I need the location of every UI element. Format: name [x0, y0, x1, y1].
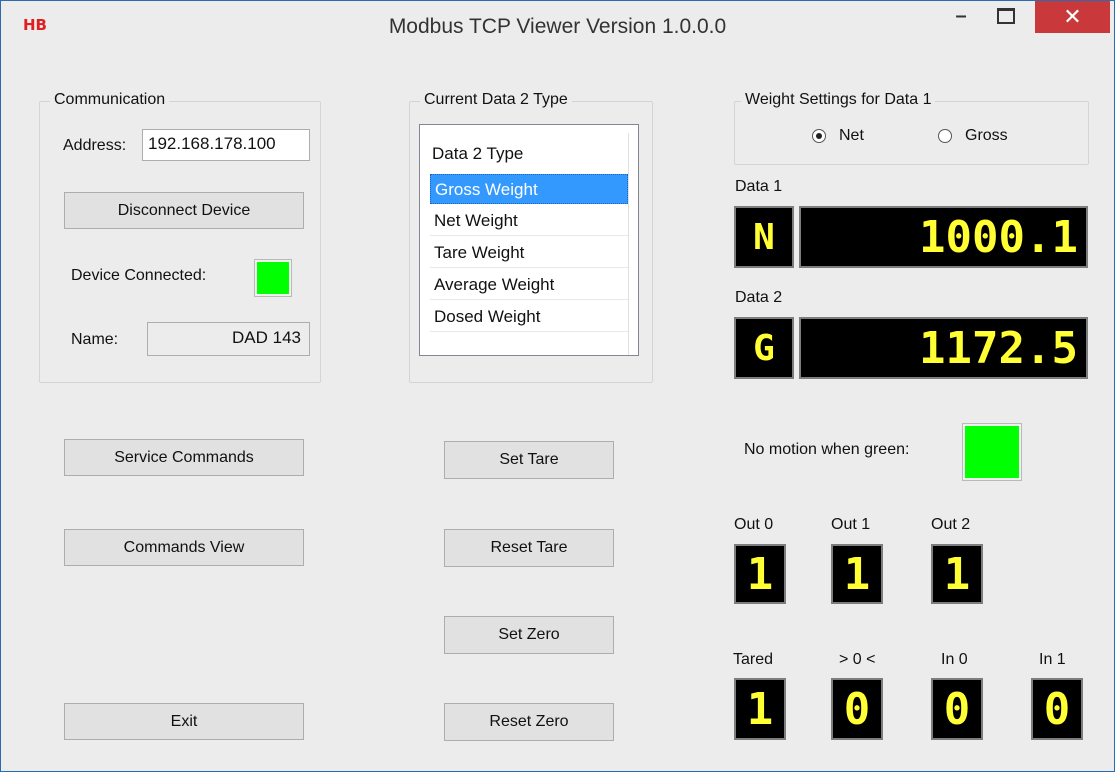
- maximize-icon: [997, 8, 1015, 24]
- name-label: Name:: [71, 331, 119, 348]
- service-commands-button[interactable]: Service Commands: [64, 439, 304, 476]
- in0-label: In 0: [941, 651, 968, 668]
- list-item-gross-weight[interactable]: Gross Weight: [430, 174, 628, 204]
- out1-display: 1: [831, 544, 883, 604]
- address-input[interactable]: 192.168.178.100: [142, 129, 310, 161]
- set-tare-button[interactable]: Set Tare: [444, 441, 614, 479]
- data2-value-display: 1172.5: [799, 317, 1088, 379]
- data2-type-legend: Current Data 2 Type: [420, 91, 572, 109]
- maximize-button[interactable]: [986, 1, 1026, 31]
- disconnect-device-button[interactable]: Disconnect Device: [64, 192, 304, 229]
- data2-type-indicator: G: [734, 317, 794, 379]
- in1-label: In 1: [1039, 651, 1066, 668]
- list-item-average-weight[interactable]: Average Weight: [430, 270, 628, 300]
- reset-zero-button[interactable]: Reset Zero: [444, 703, 614, 741]
- address-label: Address:: [63, 137, 127, 154]
- data2-type-header: Data 2 Type: [432, 144, 524, 163]
- no-motion-label: No motion when green:: [744, 441, 910, 458]
- out0-display: 1: [734, 544, 786, 604]
- device-connected-indicator: [254, 259, 292, 297]
- communication-legend: Communication: [50, 91, 170, 109]
- net-radio-label[interactable]: Net: [839, 127, 864, 145]
- main-window: HB Modbus TCP Viewer Version 1.0.0.0 – ✕…: [0, 0, 1115, 772]
- weight-settings-group: Weight Settings for Data 1: [734, 91, 1089, 165]
- data1-type-indicator: N: [734, 206, 794, 268]
- device-connected-label: Device Connected:: [71, 267, 207, 284]
- out0-label: Out 0: [734, 516, 774, 533]
- minimize-button[interactable]: –: [941, 1, 981, 31]
- in1-display: 0: [1031, 678, 1083, 740]
- data2-type-listbox[interactable]: Data 2 Type Gross Weight Net Weight Tare…: [419, 124, 639, 356]
- close-button[interactable]: ✕: [1035, 1, 1110, 33]
- in0-display: 0: [931, 678, 983, 740]
- gross-radio[interactable]: [938, 129, 952, 143]
- zero-center-label: > 0 <: [839, 651, 876, 668]
- gross-radio-label[interactable]: Gross: [965, 127, 1008, 145]
- list-item-net-weight[interactable]: Net Weight: [430, 206, 628, 236]
- commands-view-button[interactable]: Commands View: [64, 529, 304, 566]
- out1-label: Out 1: [831, 516, 871, 533]
- weight-settings-legend: Weight Settings for Data 1: [741, 91, 936, 109]
- zero-center-display: 0: [831, 678, 883, 740]
- no-motion-indicator: [962, 423, 1022, 481]
- exit-button[interactable]: Exit: [64, 703, 304, 740]
- data2-label: Data 2: [735, 289, 783, 306]
- reset-tare-button[interactable]: Reset Tare: [444, 529, 614, 567]
- list-item-tare-weight[interactable]: Tare Weight: [430, 238, 628, 268]
- tared-display: 1: [734, 678, 786, 740]
- data1-value-display: 1000.1: [799, 206, 1088, 268]
- device-name-field: DAD 143: [147, 322, 310, 356]
- data1-label: Data 1: [735, 178, 783, 195]
- list-item-dosed-weight[interactable]: Dosed Weight: [430, 302, 628, 332]
- net-radio[interactable]: [812, 129, 826, 143]
- tared-label: Tared: [733, 651, 774, 668]
- out2-label: Out 2: [931, 516, 971, 533]
- list-divider: [628, 133, 629, 355]
- set-zero-button[interactable]: Set Zero: [444, 616, 614, 654]
- title-bar[interactable]: HB Modbus TCP Viewer Version 1.0.0.0 – ✕: [1, 1, 1114, 49]
- out2-display: 1: [931, 544, 983, 604]
